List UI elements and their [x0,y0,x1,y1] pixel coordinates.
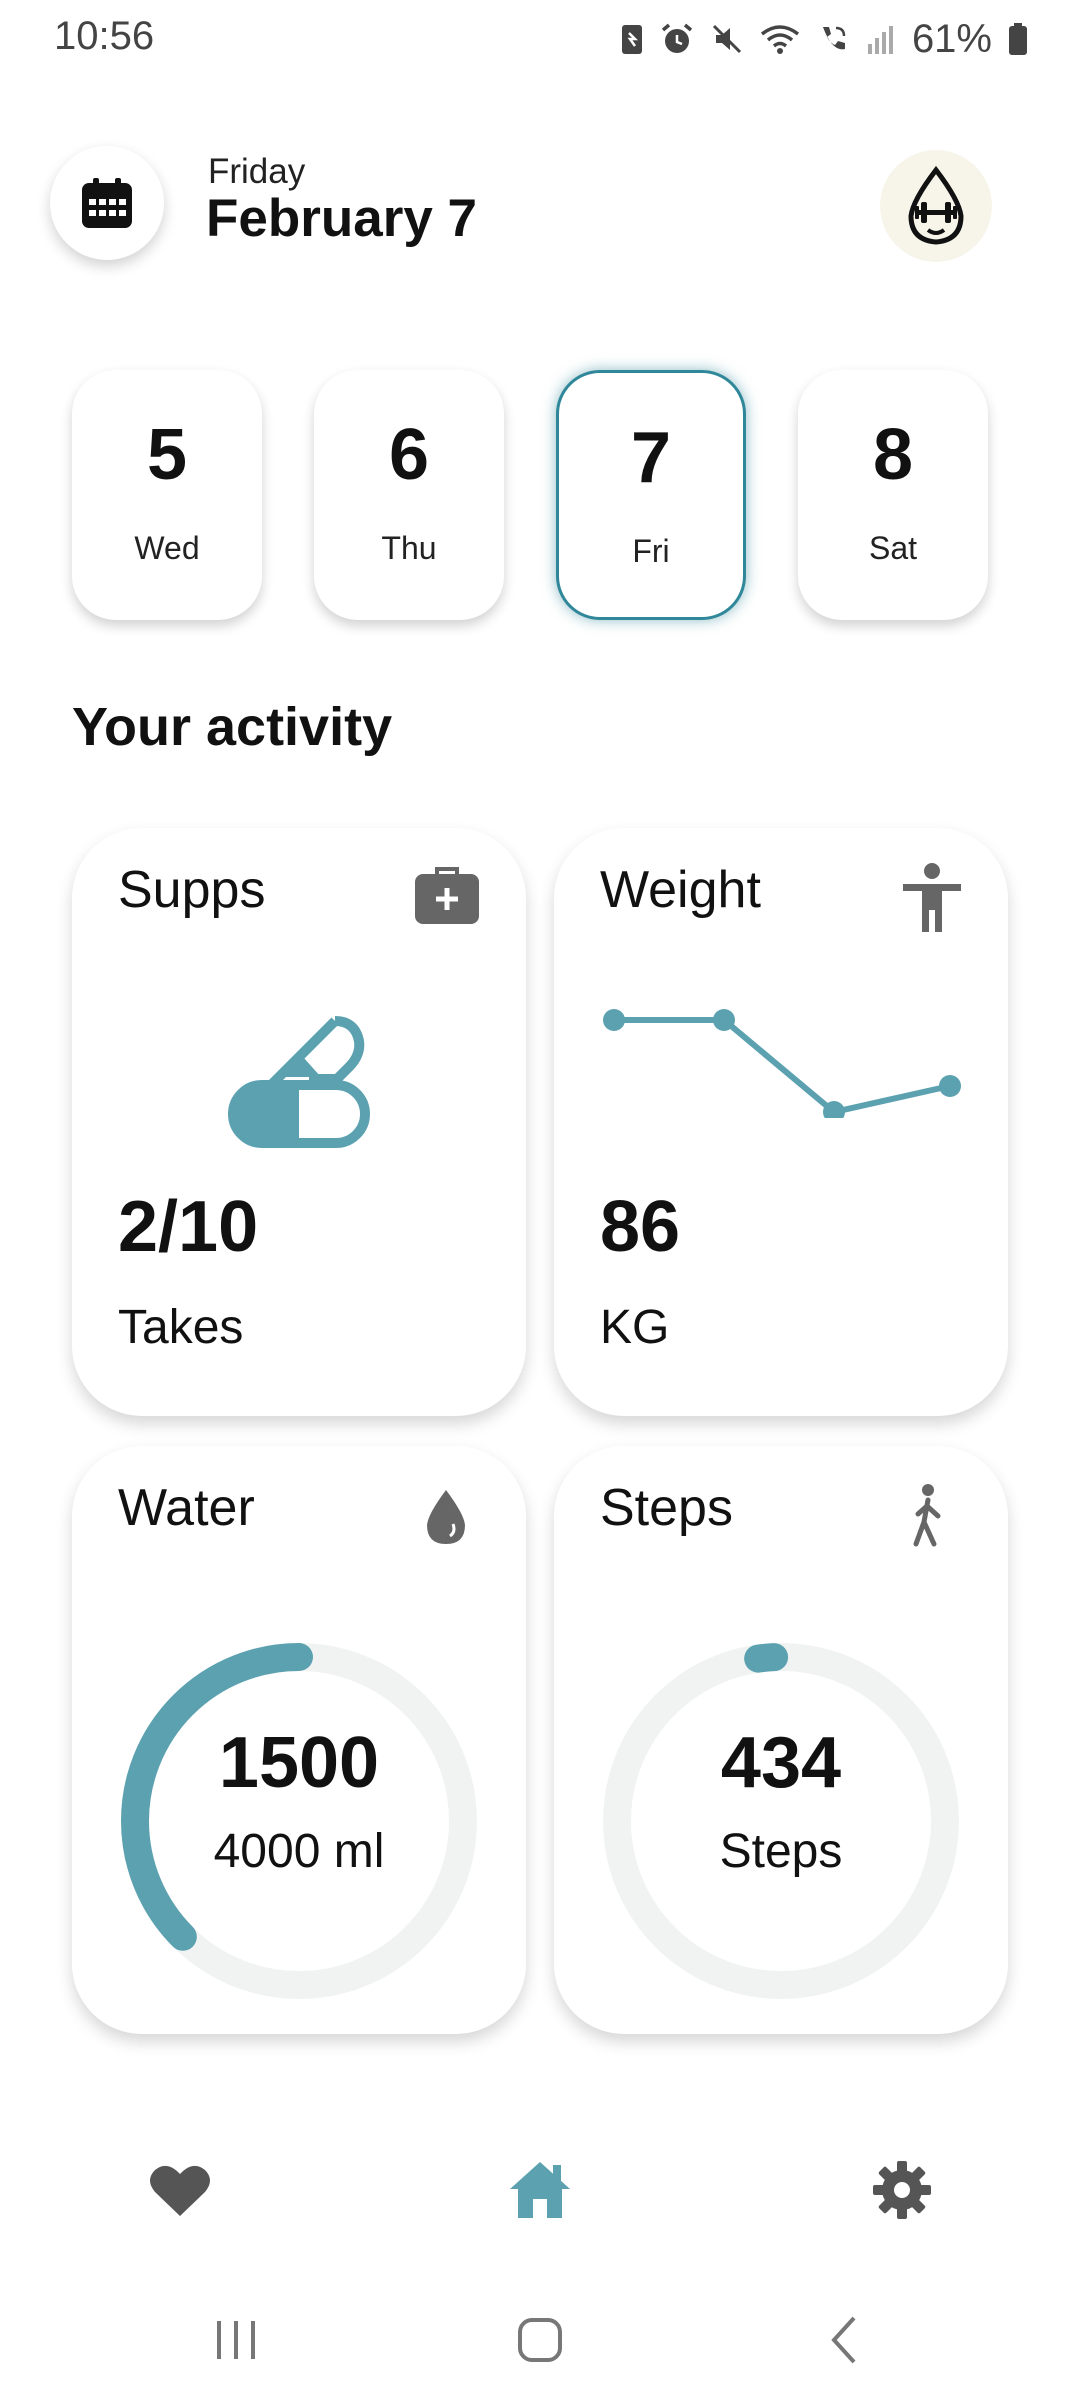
card-title: Water [118,1479,255,1537]
water-value: 1500 [218,1723,380,1803]
nav-settings-button[interactable] [852,2140,952,2240]
day-name: Sat [868,530,918,566]
home-square-icon [518,2318,562,2362]
supps-count: 2/10 [118,1187,259,1267]
day-card-wed[interactable]: 5 Wed [72,370,262,620]
water-drop-icon [427,1490,465,1544]
heart-icon [150,2165,210,2216]
person-icon [903,863,961,932]
day-name: Thu [381,530,437,566]
date-title: February 7 [206,189,478,248]
mute-icon [712,24,741,54]
signal-icon [867,26,893,54]
day-card-thu[interactable]: 6 Thu [314,370,504,620]
recent-apps-button[interactable] [186,2300,286,2380]
app-logo-button[interactable] [880,150,992,262]
day-number: 7 [630,418,672,498]
card-title: Supps [118,861,266,919]
day-card-fri-selected[interactable]: 7 Fri [556,370,746,620]
status-time: 10:56 [54,14,155,58]
day-name: Wed [134,530,200,566]
weight-value: 86 [600,1187,681,1267]
card-title: Weight [600,861,761,919]
section-title: Your activity [72,697,393,757]
nav-favorites-button[interactable] [130,2140,230,2240]
back-chevron-icon [831,2316,856,2364]
steps-unit: Steps [719,1825,843,1878]
battery-percent: 61% [911,16,992,61]
home-system-button[interactable] [490,2300,590,2380]
day-name: Fri [632,533,670,569]
calendar-button[interactable] [50,146,164,260]
home-icon [510,2162,570,2218]
day-number: 5 [146,415,188,495]
walking-icon [913,1484,941,1547]
battery-saver-icon [621,25,642,54]
day-number: 8 [872,415,914,495]
recent-apps-icon [217,2321,255,2359]
back-button[interactable] [794,2300,894,2380]
supps-unit: Takes [118,1301,244,1354]
steps-card[interactable]: Steps 434 Steps [554,1446,1008,2034]
battery-icon [1009,23,1027,55]
day-number: 6 [388,415,430,495]
status-icons: 61% [620,14,1028,64]
calendar-icon [82,178,132,228]
weight-unit: KG [600,1301,670,1354]
nav-home-button[interactable] [490,2140,590,2240]
day-card-sat[interactable]: 8 Sat [798,370,988,620]
weight-trend-chart [603,1009,961,1118]
wifi-icon [760,25,800,54]
settings-icon [873,2161,931,2219]
water-card[interactable]: Water 1500 4000 ml [72,1446,526,2034]
pills-icon [228,1016,370,1148]
weight-card[interactable]: Weight 86 KG [554,828,1008,1416]
water-goal: 4000 ml [213,1825,385,1878]
wifi-calling-icon [822,26,846,50]
fitness-drop-logo-icon [908,166,964,245]
weekday-label: Friday [208,152,306,191]
steps-value: 434 [720,1723,842,1803]
alarm-icon [661,23,693,53]
first-aid-kit-icon [415,867,479,924]
steps-progress-ring [603,1643,959,1999]
supps-card[interactable]: Supps 2/10 Takes [72,828,526,1416]
water-progress-ring [121,1643,477,1999]
card-title: Steps [600,1479,733,1537]
